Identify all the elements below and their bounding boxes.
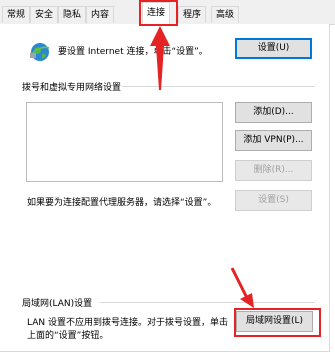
- lan-note-line1: LAN 设置不应用到拨号连接。对于拨号设置，单击: [27, 318, 228, 328]
- add-connection-button[interactable]: 添加(D)...: [235, 102, 312, 123]
- dialup-section-title: 拨号和虚拟专用网络设置: [22, 83, 122, 93]
- add-vpn-button[interactable]: 添加 VPN(P)...: [235, 130, 312, 151]
- setup-instruction-text: 要设置 Internet 连接，单击“设置”。: [58, 47, 208, 57]
- lan-note-line2: 上面的“设置”按钮。: [27, 331, 109, 341]
- lan-settings-button[interactable]: 局域网设置(L): [236, 311, 313, 332]
- tab-content[interactable]: 内容: [86, 6, 115, 23]
- lan-section-title: 局域网(LAN)设置: [22, 299, 93, 309]
- tab-programs[interactable]: 程序: [178, 6, 207, 23]
- tab-connections[interactable]: 连接: [142, 2, 171, 24]
- tab-security[interactable]: 安全: [30, 6, 59, 23]
- dialup-divider: [122, 86, 315, 87]
- tab-advanced[interactable]: 高级: [211, 6, 240, 23]
- connections-panel: 要设置 Internet 连接，单击“设置”。 设置(U) 拨号和虚拟专用网络设…: [0, 24, 330, 352]
- dialup-settings-button[interactable]: 设置(S): [235, 190, 312, 211]
- tab-strip: 常规 安全 隐私 内容 连接 程序 高级: [0, 0, 335, 25]
- internet-globe-icon: [29, 41, 51, 63]
- tab-general[interactable]: 常规: [2, 6, 31, 23]
- tab-privacy[interactable]: 隐私: [58, 6, 87, 23]
- proxy-note-text: 如果要为连接配置代理服务器，请选择“设置”。: [27, 198, 217, 208]
- setup-button[interactable]: 设置(U): [235, 38, 312, 59]
- delete-connection-button[interactable]: 删除(R)...: [235, 160, 312, 181]
- lan-divider: [100, 302, 315, 303]
- connections-list[interactable]: [26, 102, 223, 182]
